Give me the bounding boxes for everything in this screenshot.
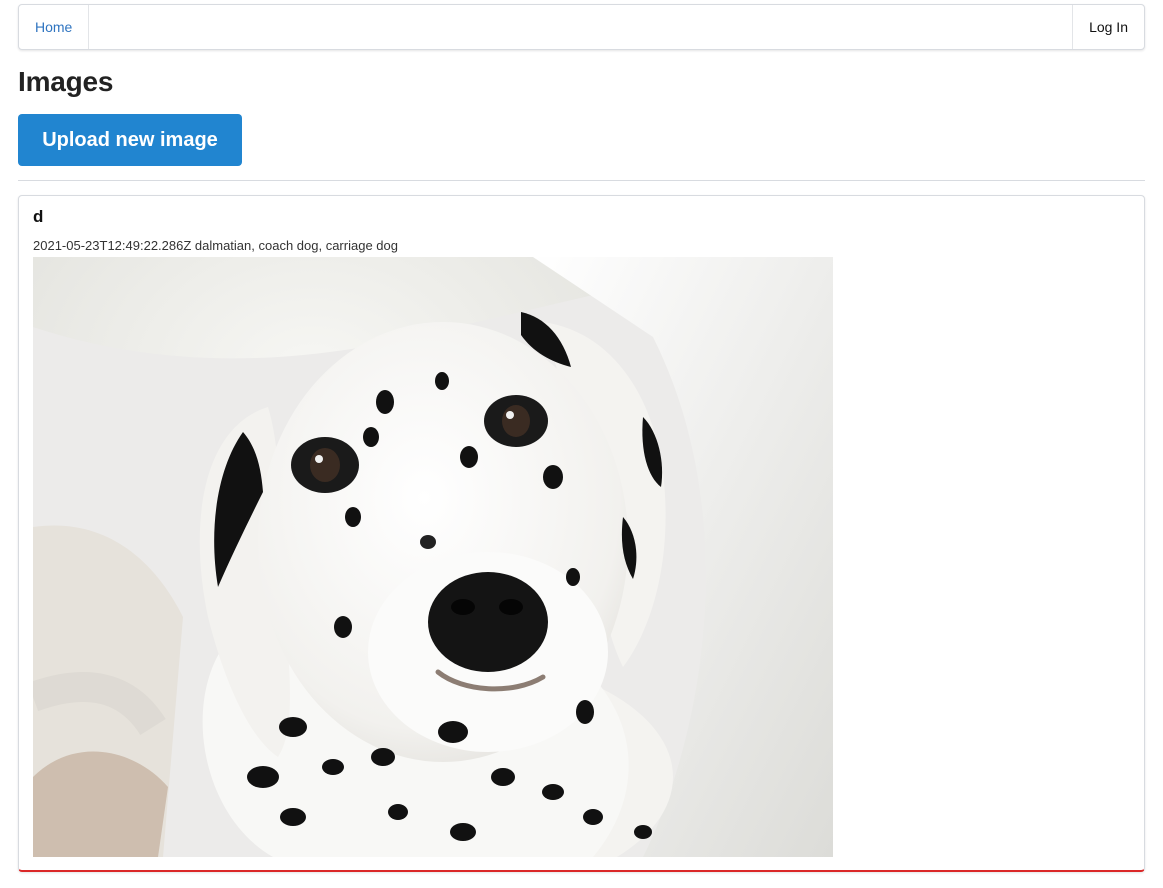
page-title: Images <box>18 66 114 97</box>
upload-new-image-button[interactable]: Upload new image <box>18 114 242 166</box>
dalmatian-photo <box>33 257 833 857</box>
home-link[interactable]: Home <box>19 5 90 49</box>
images-page: Home Log In Images Upload new image d 20… <box>0 0 1163 888</box>
image-card-meta: 2021-05-23T12:49:22.286Z dalmatian, coac… <box>33 238 398 253</box>
image-card-title: d <box>33 207 44 226</box>
dalmatian-puppy-illustration <box>33 257 833 857</box>
top-navbar: Home Log In <box>18 4 1145 50</box>
image-card: d 2021-05-23T12:49:22.286Z dalmatian, co… <box>18 195 1145 872</box>
login-link[interactable]: Log In <box>1072 5 1144 49</box>
section-divider <box>18 180 1145 181</box>
navbar-spacer <box>89 5 1072 49</box>
